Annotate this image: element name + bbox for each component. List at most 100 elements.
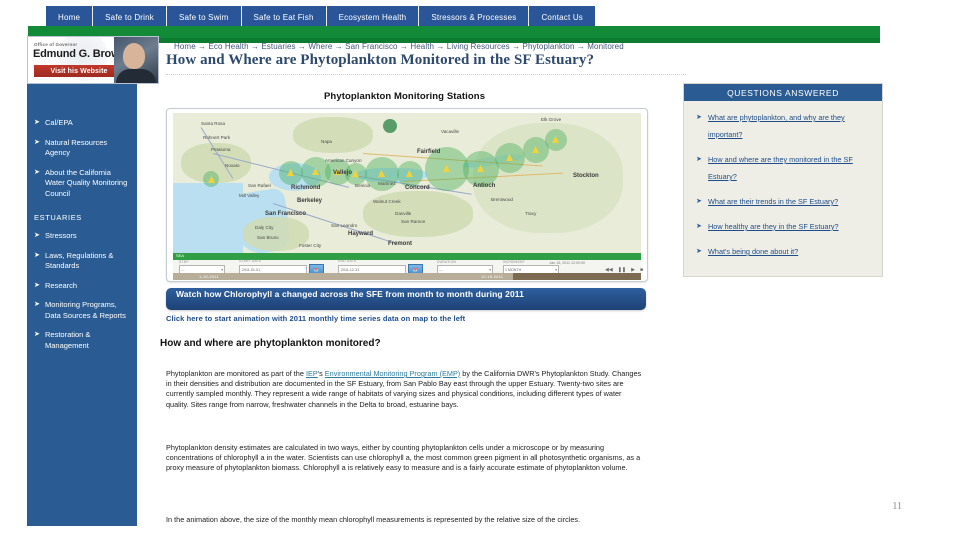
map-place-label: Benicia — [355, 183, 371, 188]
sidebar-item-label: Monitoring Programs, Data Sources & Repo… — [45, 300, 126, 320]
nav-tab-stressors-processes[interactable]: Stressors & Processes — [419, 6, 530, 28]
map-place-label: Elk Grove — [541, 117, 562, 122]
map-place-label: Foster City — [299, 243, 322, 248]
chevron-down-icon: ▾ — [221, 267, 223, 272]
map-place-label: Tracy — [525, 211, 537, 216]
map-place-label: Rohnert Park — [203, 135, 231, 140]
governor-torso — [116, 69, 156, 83]
sidebar-item-label: Restoration & Management — [45, 330, 91, 350]
sidebar-item-restoration-management[interactable]: ➤ Restoration & Management — [27, 330, 137, 351]
sidebar-item-natural-resources-agency[interactable]: ➤ Natural Resources Agency — [27, 138, 137, 159]
map-place-label: Walnut Creek — [373, 199, 401, 204]
map-panel[interactable]: Santa Rosa Rohnert Park Petaluma Novato Napa… — [166, 108, 648, 282]
map-place-label: Santa Rosa — [201, 121, 226, 126]
sidebar-item-cal-epa[interactable]: ➤ Cal/EPA — [27, 118, 137, 129]
timeline-remaining — [513, 273, 641, 280]
map-canvas[interactable]: Santa Rosa Rohnert Park Petaluma Novato Napa… — [173, 113, 641, 253]
increment-value: 1 MONTH — [505, 267, 522, 272]
map-place-label: Berkeley — [297, 198, 323, 204]
question-link[interactable]: How healthy are they in the SF Estuary? — [708, 222, 839, 231]
step-label: STEP — [179, 259, 189, 264]
animation-cta-banner[interactable]: Watch how Chlorophyll a changed across t… — [166, 288, 646, 310]
question-link[interactable]: How and where are they monitored in the … — [708, 155, 853, 181]
question-list-item[interactable]: ➤ What are phytoplankton, and why are the… — [684, 109, 882, 143]
animation-cta-subtext[interactable]: Click here to start animation with 2011 … — [166, 314, 646, 323]
para1-pre: Phytoplankton are monitored as part of t… — [166, 369, 306, 378]
sidebar-item-monitoring-programs-data-sources-r[interactable]: ➤ Monitoring Programs, Data Sources & Rep… — [27, 300, 137, 321]
sidebar-item-label: Laws, Regulations & Standards — [45, 250, 114, 271]
duration-label: DURATION — [437, 259, 457, 264]
sidebar-item-laws-regulations-standards[interactable]: ➤ Laws, Regulations & Standards — [27, 251, 137, 272]
timeline-end-label: 12-15-2011 — [481, 274, 504, 279]
map-place-label: San Ramon — [401, 219, 426, 224]
chevron-down-icon: ▾ — [555, 267, 557, 272]
visit-website-button[interactable]: Visit his Website — [34, 65, 124, 77]
bullet-arrow-icon: ➤ — [34, 251, 40, 259]
question-list-item[interactable]: ➤ What's being done about it? — [684, 243, 882, 260]
bullet-arrow-icon: ➤ — [34, 138, 40, 146]
chevron-down-icon: ▾ — [489, 267, 491, 272]
bullet-arrow-icon: ➤ — [34, 331, 40, 338]
bullet-arrow-icon: ➤ — [696, 156, 702, 163]
diablo-range — [363, 191, 473, 237]
map-place-label: San Francisco — [265, 211, 307, 217]
question-link[interactable]: What's being done about it? — [708, 247, 798, 256]
duration-value: --- — [439, 267, 443, 272]
page-title: How and Where are Phytoplankton Monitore… — [166, 52, 595, 68]
para1-mid: 's — [317, 369, 325, 378]
emp-link[interactable]: Environmental Monitoring Program (EMP) — [325, 369, 460, 378]
start-date-label: START DATE — [239, 259, 262, 263]
bullet-arrow-icon: ➤ — [34, 168, 40, 176]
map-place-label: Brentwood — [491, 197, 513, 202]
nav-tab-safe-to-drink[interactable]: Safe to Drink — [93, 6, 167, 28]
sidebar-item-label: Natural Resources Agency — [45, 137, 108, 158]
governor-banner[interactable]: Office of Governor Edmund G. Brown Jr. V… — [27, 36, 159, 84]
sidebar-item-label: Research — [45, 280, 78, 290]
sidebar-estuaries-links: ➤ Stressors ➤ Laws, Regulations & Standards… — [27, 231, 137, 351]
nav-tab-contact-us[interactable]: Contact Us — [529, 6, 597, 28]
map-place-label: San Rafael — [248, 183, 271, 188]
left-sidebar: ➤ Cal/EPA ➤ Natural Resources Agency ➤ About … — [27, 84, 137, 526]
nav-tab-home[interactable]: Home — [45, 6, 94, 28]
sidebar-item-research[interactable]: ➤ Research — [27, 281, 137, 292]
nav-tab-ecosystem-health[interactable]: Ecosystem Health — [326, 6, 420, 28]
map-place-label: Fairfield — [417, 149, 441, 155]
governor-face — [123, 43, 145, 69]
map-place-label: Fremont — [388, 241, 412, 247]
napa-hills — [293, 117, 373, 153]
sidebar-section-heading: ESTUARIES — [34, 213, 82, 222]
governor-office-label: Office of Governor — [34, 42, 78, 47]
map-place-label: Richmond — [291, 185, 321, 191]
bullet-arrow-icon: ➤ — [696, 114, 702, 121]
map-timestamp: Jan 15, 2011 12:00:00 — [549, 261, 585, 265]
governor-photo — [114, 37, 158, 83]
nav-tab-safe-to-eat-fish[interactable]: Safe to Eat Fish — [241, 6, 327, 28]
increment-label: INCREMENT — [503, 259, 525, 264]
map-place-label: Antioch — [473, 183, 496, 189]
bullet-arrow-icon: ➤ — [696, 198, 702, 205]
station-cluster[interactable] — [383, 119, 397, 133]
timeline-scrubber[interactable]: 1-15-2011 12-15-2011 — [173, 273, 641, 280]
breadcrumb[interactable]: Home → Eco Health → Estuaries → Where → … — [174, 42, 624, 51]
sidebar-agency-links: ➤ Cal/EPA ➤ Natural Resources Agency ➤ About … — [27, 118, 137, 199]
sidebar-item-label: About the California Water Quality Monit… — [45, 167, 128, 198]
bullet-arrow-icon: ➤ — [34, 301, 40, 308]
map-place-label: Concord — [405, 185, 430, 191]
question-list-item[interactable]: ➤ How and where are they monitored in the… — [684, 151, 882, 185]
map-place-label: Mill Valley — [239, 193, 260, 198]
top-navigation-bar: Home Safe to Drink Safe to Swim Safe to Eat… — [0, 0, 960, 28]
step-value: --- — [181, 267, 185, 272]
sidebar-item-stressors[interactable]: ➤ Stressors — [27, 231, 137, 242]
question-list-item[interactable]: ➤ How healthy are they in the SF Estuary? — [684, 218, 882, 235]
question-list-item[interactable]: ➤ What are their trends in the SF Estuary… — [684, 193, 882, 210]
title-divider — [166, 74, 686, 75]
nav-tab-safe-to-swim[interactable]: Safe to Swim — [166, 6, 242, 28]
bullet-arrow-icon: ➤ — [34, 119, 40, 126]
section-heading: How and where are phytoplankton monitore… — [160, 338, 381, 349]
sidebar-item-label: Stressors — [45, 231, 77, 240]
question-link[interactable]: What are their trends in the SF Estuary? — [708, 197, 838, 206]
question-link[interactable]: What are phytoplankton, and why are they… — [708, 113, 845, 139]
iep-link[interactable]: IEP — [306, 369, 318, 378]
bullet-arrow-icon: ➤ — [696, 223, 702, 230]
sidebar-item-about-the-california-water-quality[interactable]: ➤ About the California Water Quality Moni… — [27, 168, 137, 200]
